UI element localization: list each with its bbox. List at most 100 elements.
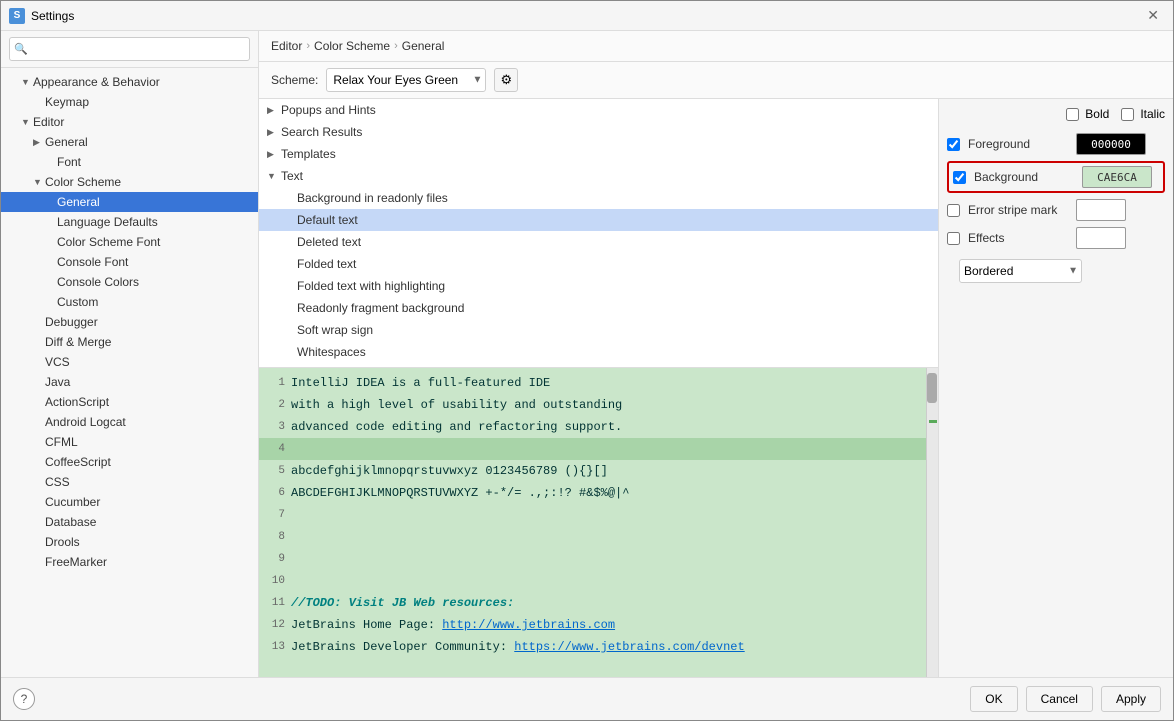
sidebar-item-cfml[interactable]: CFML — [1, 432, 258, 452]
background-checkbox[interactable] — [953, 171, 966, 184]
sidebar-item-general-cs[interactable]: General — [1, 192, 258, 212]
st-item-bg-readonly[interactable]: Background in readonly files — [259, 187, 938, 209]
sidebar-item-label: Console Colors — [57, 275, 250, 289]
sidebar-item-cs-font[interactable]: Color Scheme Font — [1, 232, 258, 252]
st-item-templates[interactable]: ▶ Templates — [259, 143, 938, 165]
error-stripe-color-box[interactable] — [1076, 199, 1126, 221]
breadcrumb-part-1: Editor — [271, 39, 302, 53]
settings-panel: ▶ Popups and Hints ▶ Search Results ▶ Te… — [259, 99, 939, 677]
sidebar-item-label: CSS — [45, 475, 250, 489]
arrow-icon: ▶ — [267, 105, 281, 116]
close-button[interactable]: ✕ — [1141, 5, 1165, 26]
arrow-icon: ▶ — [267, 127, 281, 138]
search-icon: 🔍 — [14, 43, 28, 56]
st-item-deleted-text[interactable]: Deleted text — [259, 231, 938, 253]
gear-button[interactable]: ⚙ — [494, 68, 518, 92]
foreground-color-box[interactable]: 000000 — [1076, 133, 1146, 155]
st-item-label: Readonly fragment background — [297, 301, 930, 315]
st-item-soft-wrap[interactable]: Soft wrap sign — [259, 319, 938, 341]
error-stripe-checkbox[interactable] — [947, 204, 960, 217]
st-item-label: Background in readonly files — [297, 191, 930, 205]
sidebar-item-keymap[interactable]: Keymap — [1, 92, 258, 112]
search-input[interactable] — [9, 37, 250, 61]
line-content: JetBrains Home Page: http://www.jetbrain… — [291, 618, 938, 632]
bordered-select-wrapper: Bordered Underscored Bold Underscored Wa… — [959, 259, 1082, 283]
scheme-select[interactable]: Relax Your Eyes Green Default Darcula Hi… — [326, 68, 486, 92]
sidebar-item-cucumber[interactable]: Cucumber — [1, 492, 258, 512]
st-item-label: Templates — [281, 147, 930, 161]
sidebar-item-editor[interactable]: ▼ Editor — [1, 112, 258, 132]
sidebar-item-coffeescript[interactable]: CoffeeScript — [1, 452, 258, 472]
st-item-folded-highlight[interactable]: Folded text with highlighting — [259, 275, 938, 297]
line-number: 13 — [259, 641, 291, 653]
code-line: 6 ABCDEFGHIJKLMNOPQRSTUVWXYZ +-*/= .,;:!… — [259, 482, 938, 504]
foreground-checkbox[interactable] — [947, 138, 960, 151]
sidebar-item-colorscheme[interactable]: ▼ Color Scheme — [1, 172, 258, 192]
sidebar-item-label: Debugger — [45, 315, 250, 329]
sidebar-item-java[interactable]: Java — [1, 372, 258, 392]
sidebar-item-general[interactable]: ▶ General — [1, 132, 258, 152]
bold-checkbox[interactable] — [1066, 108, 1079, 121]
arrow-icon: ▼ — [21, 77, 33, 87]
title-bar-left: S Settings — [9, 8, 74, 24]
sidebar-item-android-logcat[interactable]: Android Logcat — [1, 412, 258, 432]
sidebar-item-freemarker[interactable]: FreeMarker — [1, 552, 258, 572]
background-color-value: CAE6CA — [1097, 171, 1137, 184]
ok-button[interactable]: OK — [970, 686, 1017, 712]
st-item-search[interactable]: ▶ Search Results — [259, 121, 938, 143]
error-stripe-label: Error stripe mark — [968, 203, 1068, 217]
sidebar-item-drools[interactable]: Drools — [1, 532, 258, 552]
code-line: 2 with a high level of usability and out… — [259, 394, 938, 416]
sidebar-item-diff-merge[interactable]: Diff & Merge — [1, 332, 258, 352]
bordered-select[interactable]: Bordered Underscored Bold Underscored Wa… — [959, 259, 1082, 283]
sidebar-item-debugger[interactable]: Debugger — [1, 312, 258, 332]
arrow-icon: ▼ — [33, 177, 45, 187]
st-item-readonly-fragment[interactable]: Readonly fragment background — [259, 297, 938, 319]
sidebar-item-database[interactable]: Database — [1, 512, 258, 532]
sidebar-item-font[interactable]: Font — [1, 152, 258, 172]
settings-tree: ▶ Popups and Hints ▶ Search Results ▶ Te… — [259, 99, 938, 367]
line-content: JetBrains Developer Community: https://w… — [291, 640, 938, 654]
st-item-whitespaces[interactable]: Whitespaces — [259, 341, 938, 363]
sidebar-item-label: Editor — [33, 115, 250, 129]
st-item-default-text[interactable]: Default text — [259, 209, 938, 231]
scheme-select-wrapper: Relax Your Eyes Green Default Darcula Hi… — [326, 68, 486, 92]
apply-button[interactable]: Apply — [1101, 686, 1161, 712]
st-item-folded-text[interactable]: Folded text — [259, 253, 938, 275]
code-line: 8 — [259, 526, 938, 548]
effects-checkbox[interactable] — [947, 232, 960, 245]
cancel-button[interactable]: Cancel — [1026, 686, 1093, 712]
sidebar-item-appearance[interactable]: ▼ Appearance & Behavior — [1, 72, 258, 92]
line-content: //TODO: Visit JB Web resources: — [291, 596, 938, 610]
sidebar-item-label: ActionScript — [45, 395, 250, 409]
italic-label: Italic — [1140, 107, 1165, 121]
st-item-popups[interactable]: ▶ Popups and Hints — [259, 99, 938, 121]
line-number: 8 — [259, 531, 291, 543]
preview-editor: 1 IntelliJ IDEA is a full-featured IDE 2… — [259, 368, 938, 677]
effects-color-box[interactable] — [1076, 227, 1126, 249]
italic-checkbox[interactable] — [1121, 108, 1134, 121]
sidebar-item-console-colors[interactable]: Console Colors — [1, 272, 258, 292]
code-line-current: 4 — [259, 438, 938, 460]
effects-label: Effects — [968, 231, 1068, 245]
bold-italic-row: Bold Italic — [947, 107, 1165, 123]
help-button[interactable]: ? — [13, 688, 35, 710]
sidebar-item-actionscript[interactable]: ActionScript — [1, 392, 258, 412]
line-number: 9 — [259, 553, 291, 565]
foreground-label: Foreground — [968, 137, 1068, 151]
sidebar-item-css[interactable]: CSS — [1, 472, 258, 492]
sidebar-item-custom[interactable]: Custom — [1, 292, 258, 312]
sidebar-item-language-defaults[interactable]: Language Defaults — [1, 212, 258, 232]
sidebar-item-vcs[interactable]: VCS — [1, 352, 258, 372]
sidebar-item-label: Android Logcat — [45, 415, 250, 429]
link-text: https://www.jetbrains.com/devnet — [514, 640, 744, 654]
scheme-label: Scheme: — [271, 73, 318, 87]
sidebar-item-console-font[interactable]: Console Font — [1, 252, 258, 272]
scrollbar-thumb[interactable] — [927, 373, 937, 403]
background-color-box[interactable]: CAE6CA — [1082, 166, 1152, 188]
sidebar-item-label: Drools — [45, 535, 250, 549]
st-item-text[interactable]: ▼ Text — [259, 165, 938, 187]
breadcrumb-part-3: General — [402, 39, 445, 53]
arrow-icon: ▼ — [21, 117, 33, 127]
preview-scrollbar[interactable] — [926, 368, 938, 677]
